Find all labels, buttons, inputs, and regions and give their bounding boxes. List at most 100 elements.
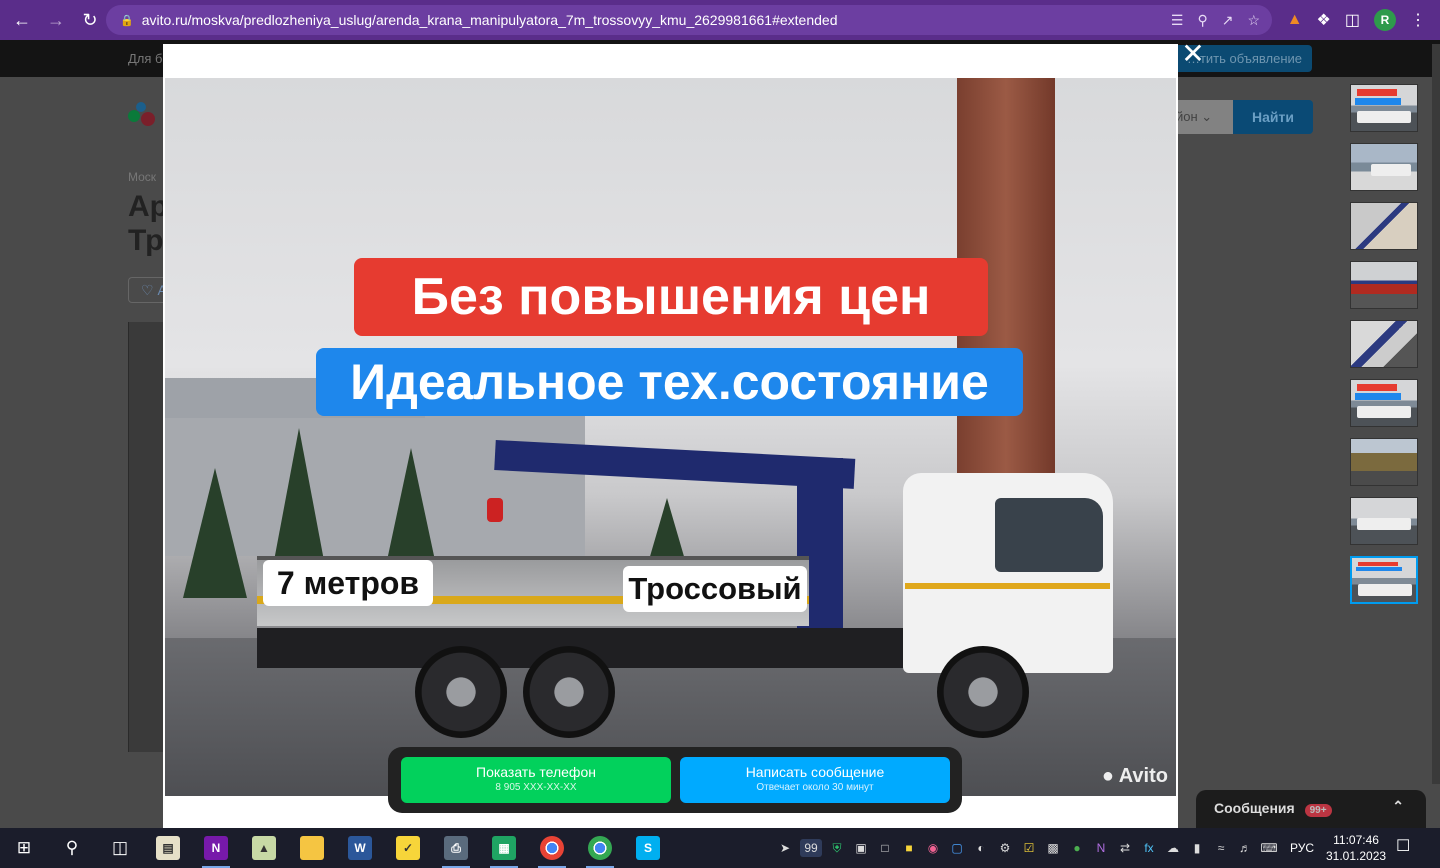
gallery-preview <box>128 322 168 752</box>
record-icon[interactable]: ◉ <box>924 839 942 857</box>
extensions-puzzle-icon[interactable]: ❖ <box>1317 10 1331 30</box>
monitor-icon[interactable]: ▣ <box>852 839 870 857</box>
chrome-app-icon[interactable] <box>528 828 576 868</box>
sheets-app-icon[interactable]: ▦ <box>480 828 528 868</box>
chrome-profile-app-icon[interactable] <box>576 828 624 868</box>
messages-widget[interactable]: Сообщения 99+ ⌃ <box>1196 790 1426 828</box>
thumbnail[interactable] <box>1350 84 1418 132</box>
volume-icon[interactable]: ♬ <box>1236 839 1254 857</box>
onenote-tray-icon[interactable]: N <box>1092 839 1110 857</box>
region-select-label: йон <box>1176 109 1198 124</box>
file-explorer-icon[interactable] <box>288 828 336 868</box>
shield-icon[interactable]: ⛨ <box>828 839 846 857</box>
share-icon[interactable]: ↗ <box>1222 12 1234 29</box>
truck-cab-window <box>995 498 1103 572</box>
truck-wheel <box>937 646 1029 738</box>
thumbnail[interactable] <box>1350 497 1418 545</box>
tray-badge[interactable]: 99 <box>800 839 822 857</box>
truck-wheel <box>415 646 507 738</box>
note-icon[interactable]: ■ <box>900 839 918 857</box>
banner-ideal-condition: Идеальное тех.состояние <box>316 348 1023 416</box>
thumbnail-strip <box>1350 84 1418 615</box>
document-icon[interactable]: □ <box>876 839 894 857</box>
notifications-icon[interactable]: ☐ <box>1396 836 1410 856</box>
arrows-icon[interactable]: ⇄ <box>1116 839 1134 857</box>
tree <box>183 468 247 598</box>
thumbnail[interactable] <box>1350 379 1418 427</box>
system-tray: ➤ 99 ⛨ ▣ □ ■ ◉ ▢ ◐ ⚙ ☑ ▩ ● N ⇄ fx ☁ ▮ ≈ … <box>776 828 1278 868</box>
chart-app-icon[interactable]: ▲ <box>240 828 288 868</box>
onenote-app-icon[interactable]: N <box>192 828 240 868</box>
avito-watermark: ● Avito <box>1101 765 1168 787</box>
response-time: Отвечает около 30 минут <box>756 782 874 793</box>
sync-icon[interactable]: ◐ <box>972 839 990 857</box>
contact-bar: Показать телефон 8 905 XXX-XX-XX Написат… <box>388 747 962 813</box>
clock-date: 31.01.2023 <box>1326 849 1387 863</box>
telegram-icon[interactable]: ➤ <box>776 839 794 857</box>
battery-icon[interactable]: ▮ <box>1188 839 1206 857</box>
skype-app-icon[interactable]: S <box>624 828 672 868</box>
cloud-icon[interactable]: ☁ <box>1164 839 1182 857</box>
keyboard-icon[interactable]: ⌨ <box>1260 839 1278 857</box>
checklist-icon[interactable]: ☑ <box>1020 839 1038 857</box>
windows-taskbar: ⊞ ⚲ ◫ ▤ N ▲ W ✓ ⎙ ▦ S ➤ 99 ⛨ ▣ □ ■ ◉ ▢ ◐… <box>0 828 1440 868</box>
listing-title: Ар Тр <box>128 190 168 258</box>
chrome-menu-icon[interactable]: ⋮ <box>1410 10 1426 30</box>
address-bar[interactable]: 🔒 avito.ru/moskva/predlozheniya_uslug/ar… <box>106 5 1272 35</box>
for-business-link[interactable]: Для б <box>128 51 163 66</box>
show-phone-button[interactable]: Показать телефон 8 905 XXX-XX-XX <box>401 757 671 803</box>
sticky-notes-icon[interactable]: ✓ <box>384 828 432 868</box>
window-icon[interactable]: ▩ <box>1044 839 1062 857</box>
lock-icon: 🔒 <box>120 14 134 27</box>
phone-number: 8 905 XXX-XX-XX <box>495 782 577 793</box>
notepad-app-icon[interactable]: ▤ <box>144 828 192 868</box>
breadcrumb[interactable]: Моск <box>128 170 156 184</box>
back-icon[interactable]: ← <box>6 4 38 36</box>
close-icon[interactable]: ✕ <box>1180 40 1206 68</box>
bookmark-star-icon[interactable]: ☆ <box>1247 12 1260 29</box>
translate-icon[interactable]: ☰ <box>1171 12 1184 29</box>
clock-time: 11:07:46 <box>1333 833 1379 847</box>
listing-title-line1: Ар <box>128 190 168 223</box>
label-length: 7 метров <box>263 560 433 606</box>
input-language[interactable]: РУС <box>1290 841 1314 855</box>
settings-icon[interactable]: ⚙ <box>996 839 1014 857</box>
photo-viewer-modal: Без повышения цен Идеальное тех.состояни… <box>163 44 1178 828</box>
fx-icon[interactable]: fx <box>1140 839 1158 857</box>
watermark-text: Avito <box>1118 765 1168 787</box>
avito-logo <box>128 102 158 128</box>
banner-no-price-increase: Без повышения цен <box>354 258 988 336</box>
region-select[interactable]: йон ⌄ <box>1170 100 1233 134</box>
forward-icon[interactable]: → <box>40 4 72 36</box>
favorite-button[interactable]: ♡ А <box>128 277 168 303</box>
screenshot-icon[interactable]: ▢ <box>948 839 966 857</box>
crane-hook <box>487 498 503 522</box>
sidepanel-icon[interactable]: ◫ <box>1345 10 1360 30</box>
thumbnail[interactable] <box>1350 261 1418 309</box>
profile-avatar[interactable]: R <box>1374 9 1396 31</box>
windows-start-icon[interactable]: ⊞ <box>0 828 48 868</box>
system-clock[interactable]: 11:07:46 31.01.2023 <box>1326 832 1386 864</box>
thumbnail[interactable] <box>1350 320 1418 368</box>
messages-label: Сообщения <box>1214 800 1295 816</box>
task-view-icon[interactable]: ◫ <box>96 828 144 868</box>
printer-app-icon[interactable]: ⎙ <box>432 828 480 868</box>
wifi-icon[interactable]: ≈ <box>1212 839 1230 857</box>
thumbnail-active[interactable] <box>1350 556 1418 604</box>
label-cable-type: Троссовый <box>623 566 807 612</box>
find-button[interactable]: Найти <box>1233 100 1313 134</box>
thumbnail[interactable] <box>1350 438 1418 486</box>
chevron-up-icon[interactable]: ⌃ <box>1392 798 1404 815</box>
reload-icon[interactable]: ↻ <box>74 4 106 36</box>
listing-title-line2: Тр <box>128 224 164 257</box>
thumbnail[interactable] <box>1350 202 1418 250</box>
page-scrollbar[interactable] <box>1432 44 1440 784</box>
messages-badge: 99+ <box>1304 804 1332 817</box>
globe-icon[interactable]: ● <box>1068 839 1086 857</box>
fox-extension-icon[interactable]: ▲ <box>1287 11 1303 29</box>
thumbnail[interactable] <box>1350 143 1418 191</box>
search-icon[interactable]: ⚲ <box>48 828 96 868</box>
write-message-button[interactable]: Написать сообщение Отвечает около 30 мин… <box>680 757 950 803</box>
word-app-icon[interactable]: W <box>336 828 384 868</box>
zoom-icon[interactable]: ⚲ <box>1197 12 1207 29</box>
